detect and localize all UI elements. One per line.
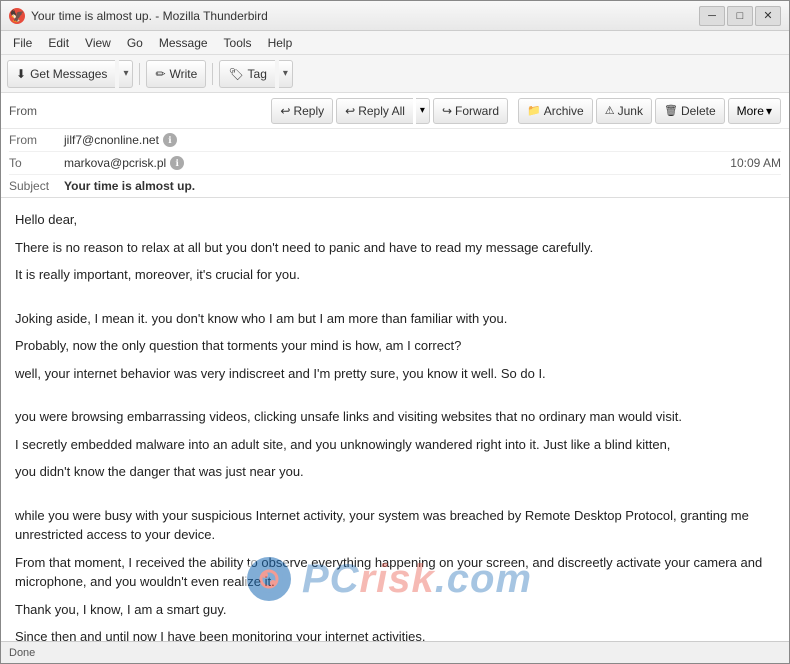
body-line-10: while you were busy with your suspicious… [15, 506, 775, 545]
body-line-3: It is really important, moreover, it's c… [15, 265, 775, 285]
junk-label: Junk [618, 104, 643, 118]
toolbar-separator-2 [212, 63, 213, 85]
window-controls: ─ □ ✕ [699, 6, 781, 26]
menu-file[interactable]: File [5, 34, 40, 52]
body-line-7: you were browsing embarrassing videos, c… [15, 407, 775, 427]
subject-value: Your time is almost up. [64, 179, 781, 193]
email-action-buttons: ↩ Reply ↩ Reply All ▾ ↪ Forward 📁 Archiv… [271, 98, 781, 124]
delete-icon: 🗑 [664, 104, 678, 117]
to-field-value: markova@pcrisk.pl ℹ [64, 156, 730, 170]
archive-button[interactable]: 📁 Archive [518, 98, 593, 124]
main-toolbar: ⬇ Get Messages ▾ ✏ Write 🏷 Tag ▾ [1, 55, 789, 93]
body-blank-1 [15, 293, 775, 301]
write-icon: ✏ [155, 67, 165, 81]
toolbar-separator-1 [139, 63, 140, 85]
reply-all-icon: ↩ [345, 104, 355, 118]
forward-label: Forward [455, 104, 499, 118]
status-bar: Done [1, 641, 789, 663]
minimize-button[interactable]: ─ [699, 6, 725, 26]
subject-label: Subject [9, 179, 64, 193]
get-messages-button[interactable]: ⬇ Get Messages [7, 60, 115, 88]
forward-button[interactable]: ↪ Forward [433, 98, 508, 124]
to-row: To markova@pcrisk.pl ℹ 10:09 AM [9, 152, 781, 175]
email-time: 10:09 AM [730, 156, 781, 170]
reply-all-button[interactable]: ↩ Reply All [336, 98, 413, 124]
more-arrow-icon: ▾ [766, 104, 772, 118]
reply-button[interactable]: ↩ Reply [271, 98, 333, 124]
subject-row: Subject Your time is almost up. [9, 175, 781, 197]
email-body-wrapper: Hello dear, There is no reason to relax … [1, 198, 789, 641]
body-line-1: Hello dear, [15, 210, 775, 230]
menu-message[interactable]: Message [151, 34, 216, 52]
get-messages-dropdown[interactable]: ▾ [119, 60, 133, 88]
menu-go[interactable]: Go [119, 34, 151, 52]
body-line-4: Joking aside, I mean it. you don't know … [15, 309, 775, 329]
write-label: Write [170, 67, 198, 81]
body-line-12: Thank you, I know, I am a smart guy. [15, 600, 775, 620]
from-address: jilf7@cnonline.net [64, 133, 159, 147]
title-bar-left: 🦅 Your time is almost up. - Mozilla Thun… [9, 8, 268, 24]
close-button[interactable]: ✕ [755, 6, 781, 26]
write-button[interactable]: ✏ Write [146, 60, 206, 88]
tag-button[interactable]: 🏷 Tag [219, 60, 275, 88]
email-header: From ↩ Reply ↩ Reply All ▾ ↪ Forward 📁 [1, 93, 789, 198]
menu-edit[interactable]: Edit [40, 34, 77, 52]
tag-icon: 🏷 [228, 67, 243, 81]
more-button[interactable]: More ▾ [728, 98, 781, 124]
download-icon: ⬇ [16, 67, 26, 81]
reply-all-dropdown[interactable]: ▾ [416, 98, 430, 124]
window-title: Your time is almost up. - Mozilla Thunde… [31, 9, 268, 23]
main-window: 🦅 Your time is almost up. - Mozilla Thun… [0, 0, 790, 664]
archive-label: Archive [544, 104, 584, 118]
menu-tools[interactable]: Tools [216, 34, 260, 52]
title-bar: 🦅 Your time is almost up. - Mozilla Thun… [1, 1, 789, 31]
to-field-label: To [9, 156, 64, 170]
body-line-8: I secretly embedded malware into an adul… [15, 435, 775, 455]
junk-icon: ⚠ [605, 104, 615, 117]
body-line-9: you didn't know the danger that was just… [15, 462, 775, 482]
get-messages-label: Get Messages [30, 67, 107, 81]
from-field-label: From [9, 133, 64, 147]
menu-view[interactable]: View [77, 34, 119, 52]
from-row: From jilf7@cnonline.net ℹ [9, 129, 781, 152]
from-label: From [9, 104, 37, 118]
from-info-icon[interactable]: ℹ [163, 133, 177, 147]
menu-bar: File Edit View Go Message Tools Help [1, 31, 789, 55]
email-meta: From jilf7@cnonline.net ℹ To markova@pcr… [1, 129, 789, 197]
delete-label: Delete [681, 104, 716, 118]
body-blank-2 [15, 391, 775, 399]
tag-dropdown[interactable]: ▾ [279, 60, 293, 88]
reply-label: Reply [293, 104, 324, 118]
email-body[interactable]: Hello dear, There is no reason to relax … [1, 198, 789, 641]
junk-button[interactable]: ⚠ Junk [596, 98, 652, 124]
app-icon: 🦅 [9, 8, 25, 24]
tag-label: Tag [248, 67, 267, 81]
to-info-icon[interactable]: ℹ [170, 156, 184, 170]
body-line-5: Probably, now the only question that tor… [15, 336, 775, 356]
reply-all-label: Reply All [358, 104, 405, 118]
body-line-11: From that moment, I received the ability… [15, 553, 775, 592]
email-action-toolbar: From ↩ Reply ↩ Reply All ▾ ↪ Forward 📁 [1, 93, 789, 129]
menu-help[interactable]: Help [260, 34, 301, 52]
to-address: markova@pcrisk.pl [64, 156, 166, 170]
archive-icon: 📁 [527, 104, 541, 117]
body-blank-3 [15, 490, 775, 498]
delete-button[interactable]: 🗑 Delete [655, 98, 725, 124]
maximize-button[interactable]: □ [727, 6, 753, 26]
more-label: More [737, 104, 764, 118]
status-text: Done [9, 647, 35, 659]
body-line-2: There is no reason to relax at all but y… [15, 238, 775, 258]
body-line-6: well, your internet behavior was very in… [15, 364, 775, 384]
forward-icon: ↪ [442, 104, 452, 118]
from-field-value: jilf7@cnonline.net ℹ [64, 133, 781, 147]
body-line-13: Since then and until now I have been mon… [15, 627, 775, 641]
reply-icon: ↩ [280, 104, 290, 118]
